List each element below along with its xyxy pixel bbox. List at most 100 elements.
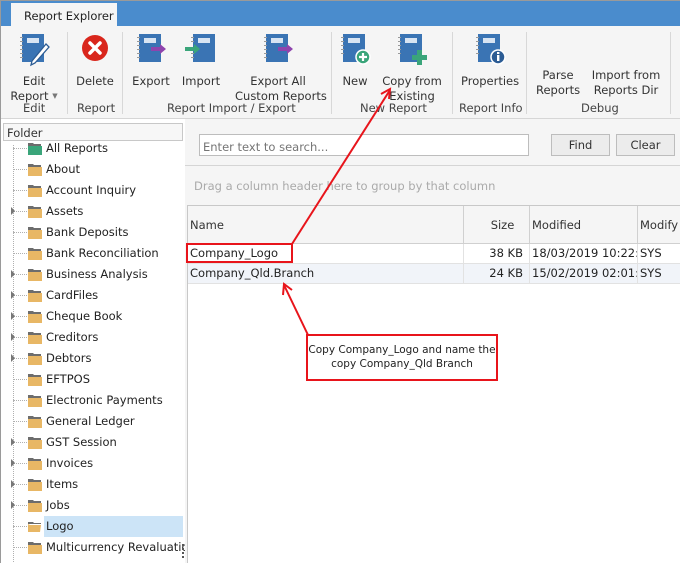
folder-label: EFTPOS: [46, 372, 90, 386]
folder-label: All Reports: [46, 141, 109, 155]
export-button[interactable]: Export: [131, 32, 171, 89]
export-label: Export: [132, 74, 170, 88]
find-button[interactable]: Find: [551, 134, 610, 156]
folder-icon: [27, 268, 42, 281]
tree-connector: [13, 400, 27, 401]
expand-arrow-icon[interactable]: [11, 270, 15, 278]
properties-button[interactable]: Properties: [461, 32, 519, 89]
edit-report-button[interactable]: Edit Report ▼: [9, 32, 59, 104]
folder-label: Electronic Payments: [46, 393, 163, 407]
folder-open-icon: [27, 520, 42, 533]
tree-connector: [13, 295, 27, 296]
report-explorer-window: Report Explorer Edit Report ▼ Edit Delet…: [0, 0, 680, 563]
expand-arrow-icon[interactable]: [11, 291, 15, 299]
folder-tree-item[interactable]: GST Session: [1, 432, 184, 453]
folder-tree-item[interactable]: Multicurrency Revaluation: [1, 537, 196, 558]
folder-tree-item[interactable]: Jobs: [1, 495, 184, 516]
folder-tree-item[interactable]: Debtors: [1, 348, 184, 369]
tree-connector: [13, 253, 27, 254]
grid-header: Name Size Modified Modify In: [188, 206, 680, 244]
folder-tree-item[interactable]: Assets: [1, 201, 184, 222]
folder-tree-item[interactable]: Invoices: [1, 453, 184, 474]
ribbon-toolbar: Edit Report ▼ Edit Delete Report Export …: [1, 26, 680, 119]
copy-from-existing-button[interactable]: Copy from Existing: [382, 32, 442, 104]
export-all-custom-reports-button[interactable]: Export All Custom Reports: [235, 32, 327, 104]
folder-tree-item[interactable]: Creditors: [1, 327, 184, 348]
folder-panel: Folder All Reports About Account Inquiry As…: [1, 119, 196, 563]
notebook-plus-circle-icon: [338, 32, 372, 68]
parse-label-1: Parse: [542, 68, 574, 82]
tree-connector: [13, 232, 27, 233]
notebook-plus-icon: [395, 32, 429, 68]
export-all-label-1: Export All: [250, 74, 306, 88]
folder-icon: [27, 331, 42, 344]
new-report-button[interactable]: New: [338, 32, 372, 89]
parse-reports-button[interactable]: Parse Reports: [536, 68, 580, 98]
tree-connector: [13, 358, 27, 359]
folder-label: Multicurrency Revaluation: [46, 540, 196, 554]
tree-connector: [13, 505, 27, 506]
folder-label: General Ledger: [46, 414, 135, 428]
folder-label: Invoices: [46, 456, 94, 470]
column-header-modify-in[interactable]: Modify In: [638, 206, 680, 244]
tree-connector: [13, 190, 27, 191]
folder-tree-item[interactable]: General Ledger: [1, 411, 184, 432]
folder-label: Items: [46, 477, 79, 491]
expand-arrow-icon[interactable]: [11, 501, 15, 509]
folder-tree-item[interactable]: Items: [1, 474, 184, 495]
expand-arrow-icon[interactable]: [11, 333, 15, 341]
folder-icon: [27, 478, 42, 491]
expand-arrow-icon[interactable]: [11, 438, 15, 446]
expand-arrow-icon[interactable]: [11, 459, 15, 467]
folder-tree-item[interactable]: Electronic Payments: [1, 390, 184, 411]
tab-report-explorer[interactable]: Report Explorer: [11, 3, 117, 26]
folder-tree-item[interactable]: Bank Reconciliation: [1, 243, 184, 264]
expand-arrow-icon[interactable]: [11, 312, 15, 320]
folder-tree-item[interactable]: Logo: [1, 516, 184, 537]
clear-button[interactable]: Clear: [616, 134, 675, 156]
folder-tree-item[interactable]: About: [1, 159, 184, 180]
table-row[interactable]: Company_Qld.Branch 24 KB 15/02/2019 02:0…: [188, 264, 680, 284]
import-button[interactable]: Import: [181, 32, 221, 89]
folder-tree-item[interactable]: CardFiles: [1, 285, 184, 306]
tree-connector: [13, 274, 27, 275]
import-from-reports-dir-button[interactable]: Import from Reports Dir: [591, 68, 661, 98]
tree-connector: [13, 526, 27, 527]
folder-tree-item[interactable]: All Reports: [1, 138, 184, 159]
group-label-new-report: New Report: [360, 101, 427, 115]
folder-icon: [27, 289, 42, 302]
folder-tree-item[interactable]: Business Analysis: [1, 264, 184, 285]
expand-arrow-icon[interactable]: [11, 207, 15, 215]
folder-icon: [27, 205, 42, 218]
folder-tree-item[interactable]: Account Inquiry: [1, 180, 184, 201]
cell-size: 38 KB: [464, 244, 530, 264]
group-label-report-info: Report Info: [459, 101, 523, 115]
delete-button[interactable]: Delete: [74, 32, 116, 89]
folder-label: About: [46, 162, 81, 176]
folder-tree-item[interactable]: Bank Deposits: [1, 222, 184, 243]
column-header-size[interactable]: Size: [464, 206, 530, 244]
notebook-pencil-icon: [17, 32, 51, 68]
folder-icon: [27, 163, 42, 176]
expand-arrow-icon[interactable]: [11, 354, 15, 362]
folder-label: Account Inquiry: [46, 183, 137, 197]
folder-tree-item[interactable]: Cheque Book: [1, 306, 184, 327]
tree-connector: [13, 421, 27, 422]
chevron-down-icon: ▼: [52, 92, 58, 100]
group-divider: [331, 32, 332, 114]
folder-label: Jobs: [46, 498, 70, 512]
search-input[interactable]: [199, 134, 529, 156]
cell-modified: 15/02/2019 02:01:41: [530, 264, 638, 284]
column-header-name[interactable]: Name: [188, 206, 464, 244]
column-header-modified[interactable]: Modified: [530, 206, 638, 244]
folder-label: Cheque Book: [46, 309, 123, 323]
folder-tree-item[interactable]: EFTPOS: [1, 369, 184, 390]
folder-icon: [27, 184, 42, 197]
cell-modified: 18/03/2019 10:22:31: [530, 244, 638, 264]
tree-connector: [13, 547, 27, 548]
folder-label: Bank Deposits: [46, 225, 129, 239]
notebook-import-icon: [184, 32, 218, 68]
tree-connector: [13, 484, 27, 485]
notebook-export-icon: [134, 32, 168, 68]
expand-arrow-icon[interactable]: [11, 480, 15, 488]
